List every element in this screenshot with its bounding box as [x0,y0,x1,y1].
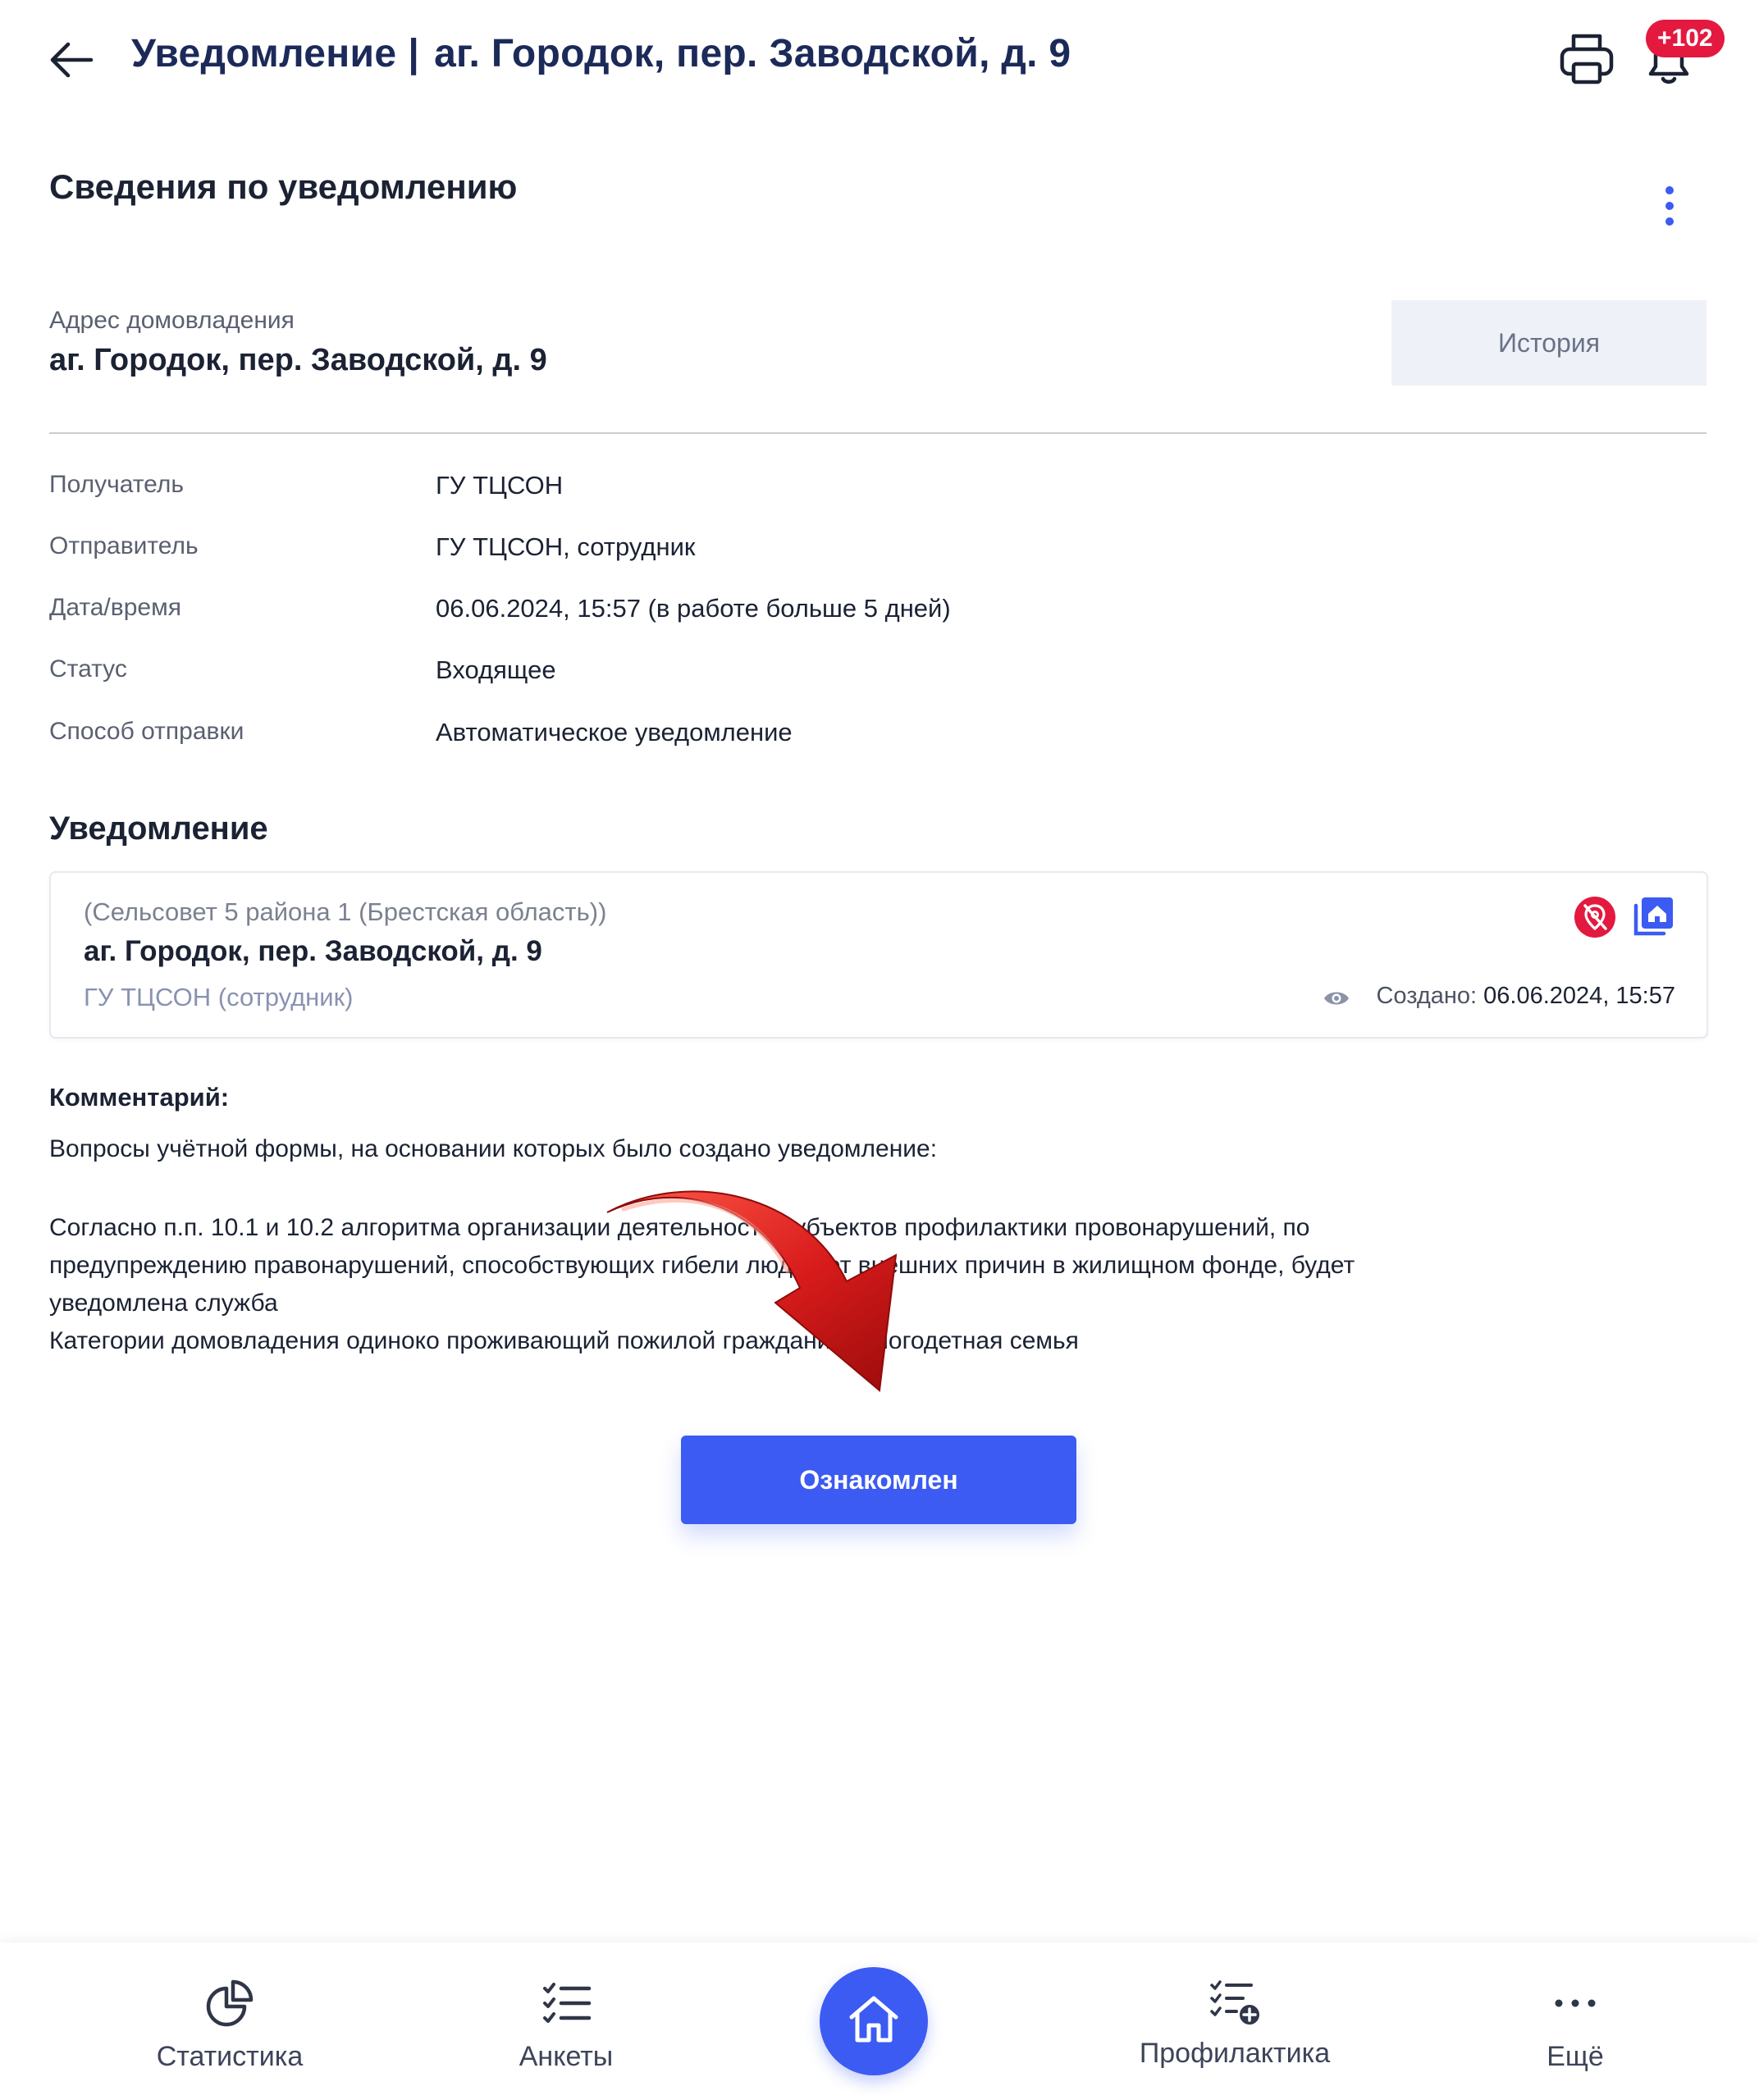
detail-label: Дата/время [49,594,181,621]
household-address-value: аг. Городок, пер. Заводской, д. 9 [49,343,547,377]
notification-count-badge: +102 [1646,20,1725,57]
eye-icon [1324,992,1349,1005]
notification-org: (Сельсовет 5 района 1 (Брестская область… [84,897,607,926]
comment-body: Согласно п.п. 10.1 и 10.2 алгоритма орга… [49,1214,1355,1354]
house-gallery-icon[interactable] [1631,894,1675,938]
comment-intro: Вопросы учётной формы, на основании кото… [49,1135,938,1162]
location-off-icon[interactable] [1574,896,1616,938]
more-options-button[interactable] [1652,182,1687,231]
notification-created: Создано: 06.06.2024, 15:57 [1376,983,1675,1010]
section-title: Сведения по уведомлению [49,167,518,206]
detail-value: ГУ ТЦСОН [436,471,564,500]
detail-label: Получатель [49,471,184,498]
page-title: Уведомление | аг. Городок, пер. Заводской,… [131,31,1071,76]
more-horizontal-icon [1555,1999,1596,2007]
pie-chart-icon [206,1979,254,2027]
comment-label: Комментарий: [49,1083,230,1112]
detail-row-method: Способ отправки Автоматическое уведомлен… [49,718,1690,754]
detail-label: Отправитель [49,532,199,559]
nav-item-more[interactable]: Ещё [1493,1942,1657,2100]
created-value: 06.06.2024, 15:57 [1483,983,1675,1009]
home-icon [849,1996,898,2043]
divider [49,432,1706,434]
history-button[interactable]: История [1391,300,1706,386]
print-button[interactable] [1557,30,1616,89]
detail-row-sender: Отправитель ГУ ТЦСОН, сотрудник [49,532,1690,568]
nav-label: Статистика [156,2041,304,2072]
arrow-left-icon [50,42,94,78]
notification-sender: ГУ ТЦСОН (сотрудник) [84,983,354,1011]
kebab-menu-icon [1665,186,1674,226]
checklist-add-icon [1210,1980,1259,2025]
header: Уведомление | аг. Городок, пер. Заводской,… [0,0,1759,123]
detail-value: Автоматическое уведомление [436,718,793,746]
back-button[interactable] [45,33,99,87]
detail-row-recipient: Получатель ГУ ТЦСОН [49,471,1690,507]
detail-value: 06.06.2024, 15:57 (в работе больше 5 дне… [436,594,951,623]
detail-label: Способ отправки [49,718,244,745]
acknowledge-button[interactable]: Ознакомлен [681,1436,1076,1524]
notification-address: аг. Городок, пер. Заводской, д. 9 [84,935,542,967]
page-title-text: Уведомление [131,32,397,75]
notification-title: Уведомление [49,810,268,847]
detail-row-status: Статус Входящее [49,655,1690,692]
created-label: Создано: [1376,983,1478,1009]
household-address-label: Адрес домовладения [49,307,295,334]
nav-home-button[interactable] [820,1967,928,2075]
nav-item-forms[interactable]: Анкеты [443,1942,689,2100]
notification-card[interactable]: (Сельсовет 5 района 1 (Брестская область… [49,871,1708,1039]
checklist-icon [543,1983,592,2023]
nav-item-prevention[interactable]: Профилактика [1091,1942,1378,2100]
detail-value: ГУ ТЦСОН, сотрудник [436,532,696,561]
nav-label: Анкеты [519,2041,614,2072]
printer-icon [1560,34,1614,84]
title-separator: | [408,32,420,75]
nav-label: Ещё [1547,2041,1604,2072]
detail-label: Статус [49,655,127,682]
nav-label: Профилактика [1139,2038,1331,2069]
nav-item-statistics[interactable]: Статистика [107,1942,353,2100]
page-title-address: аг. Городок, пер. Заводской, д. 9 [434,32,1071,75]
detail-value: Входящее [436,655,556,684]
detail-row-datetime: Дата/время 06.06.2024, 15:57 (в работе б… [49,594,1690,630]
